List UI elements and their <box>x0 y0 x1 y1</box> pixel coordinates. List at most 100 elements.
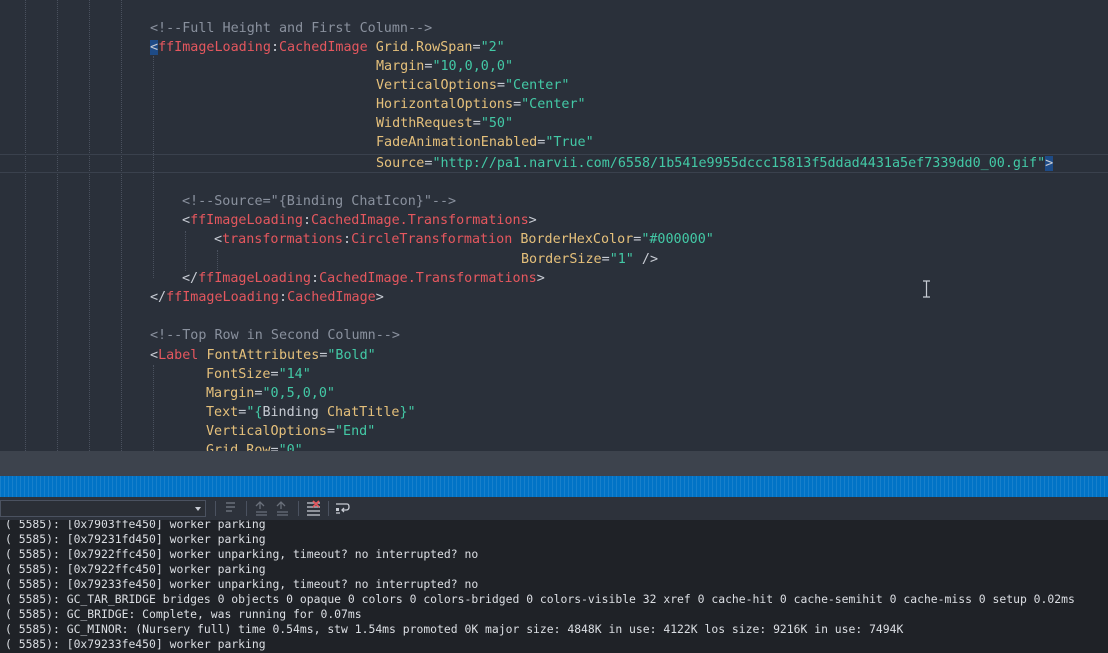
code-token: : <box>270 40 279 55</box>
code-line: <ffImageLoading:CachedImage Grid.RowSpan… <box>150 38 505 57</box>
code-line: <ffImageLoading:CachedImage.Transformati… <box>182 211 537 230</box>
code-token: "14" <box>278 367 311 382</box>
code-line: WidthRequest="50" <box>376 114 513 133</box>
code-line: <transformations:CircleTransformation Bo… <box>214 230 714 249</box>
output-line: ( 5585): GC_TAR_BRIDGE bridges 0 objects… <box>5 592 1075 606</box>
code-line: Grid.Row="0" <box>206 441 303 451</box>
code-token: </ <box>182 271 199 286</box>
toolbar-separator <box>246 501 247 516</box>
code-token: transformations <box>222 232 343 247</box>
code-token: Source <box>376 156 425 171</box>
code-token: "End" <box>335 424 376 439</box>
previous-message-icon[interactable] <box>253 500 270 517</box>
code-token: Margin <box>376 59 425 74</box>
code-token: <!--Source="{Binding ChatIcon}"--> <box>182 194 457 209</box>
code-token: > <box>536 271 545 286</box>
toolbar-separator <box>298 501 299 516</box>
code-line: Margin="10,0,0,0" <box>376 57 513 76</box>
code-token: = <box>472 40 481 55</box>
code-token: ChatTitle <box>326 405 400 420</box>
code-token: < <box>150 40 159 55</box>
code-line: <!--Full Height and First Column--> <box>150 19 432 38</box>
code-token: ffImageLoading <box>198 271 311 286</box>
code-line: <!--Source="{Binding ChatIcon}"--> <box>182 192 456 211</box>
code-token: "0,5,0,0" <box>262 386 335 401</box>
code-token: VerticalOptions <box>206 424 327 439</box>
code-token: : <box>311 271 320 286</box>
code-line: Margin="0,5,0,0" <box>206 384 335 403</box>
code-token: > <box>375 290 384 305</box>
code-token: "Bold" <box>327 348 376 363</box>
code-token: HorizontalOptions <box>376 97 514 112</box>
code-token: "Center" <box>521 97 586 112</box>
code-token: <!--Full Height and First Column--> <box>150 21 433 36</box>
code-line: </ffImageLoading:CachedImage.Transformat… <box>182 269 545 288</box>
code-token: "0" <box>278 443 303 451</box>
code-line: FontSize="14" <box>206 365 311 384</box>
code-token: = <box>472 116 481 131</box>
code-line: BorderSize="1" /> <box>521 250 658 269</box>
code-token: "True" <box>545 135 594 150</box>
code-token: "10,0,0,0" <box>432 59 514 74</box>
output-line: ( 5585): [0x79233fe450] worker unparking… <box>5 577 479 591</box>
code-token: ffImageLoading <box>190 213 303 228</box>
code-token: : <box>343 232 352 247</box>
code-token: "http://pa1.narvii.com/6558/1b541e9955dc… <box>432 156 1046 171</box>
code-token: "Center" <box>505 78 570 93</box>
toolbar-separator <box>328 501 329 516</box>
code-token: WidthRequest <box>376 116 473 131</box>
code-editor[interactable]: <!--Full Height and First Column--> <ffIm… <box>0 0 1108 451</box>
code-token: CachedImage.Transformations <box>311 213 529 228</box>
code-token: = <box>601 252 610 267</box>
output-line: ( 5585): [0x7903ffe450] worker parking <box>5 520 266 531</box>
indent-guide <box>121 0 122 451</box>
code-token: CircleTransformation <box>351 232 513 247</box>
code-token: <!--Top Row in Second Column--> <box>150 328 400 343</box>
code-token: Grid.RowSpan <box>375 40 473 55</box>
code-line: Source="http://pa1.narvii.com/6558/1b541… <box>376 154 1054 173</box>
indent-guide <box>217 250 218 270</box>
code-token: CachedImage <box>287 290 376 305</box>
code-line: FadeAnimationEnabled="True" <box>376 133 594 152</box>
text-cursor-icon <box>923 280 930 298</box>
code-token: ffImageLoading <box>166 290 279 305</box>
code-line: </ffImageLoading:CachedImage> <box>150 288 384 307</box>
indent-guide <box>153 365 154 451</box>
output-line: ( 5585): [0x79231fd450] worker parking <box>5 532 266 546</box>
find-message-icon[interactable] <box>222 500 239 517</box>
code-token: FontAttributes <box>206 348 320 363</box>
code-token: VerticalOptions <box>376 78 497 93</box>
code-token: = <box>496 78 505 93</box>
code-token: "2" <box>480 40 505 55</box>
code-token: > <box>528 213 537 228</box>
code-token: Grid.Row <box>206 443 271 451</box>
code-token: BorderSize <box>521 252 602 267</box>
code-token: "50" <box>480 116 514 131</box>
code-token: FadeAnimationEnabled <box>376 135 538 150</box>
horizontal-scrollbar[interactable] <box>0 451 1108 476</box>
output-line: ( 5585): GC_MINOR: (Nursery full) time 0… <box>5 622 904 636</box>
output-line: ( 5585): [0x79233fe450] worker parking <box>5 637 266 651</box>
word-wrap-icon[interactable] <box>334 500 351 517</box>
toolbar-separator <box>215 501 216 516</box>
code-token: = <box>270 367 279 382</box>
code-token: < <box>214 232 223 247</box>
indent-guide <box>185 231 186 271</box>
code-token: : <box>279 290 288 305</box>
clear-all-icon[interactable] <box>305 500 322 517</box>
code-token: "1" <box>609 252 634 267</box>
code-token: Text <box>206 405 239 420</box>
code-token: < <box>182 213 191 228</box>
output-pane[interactable]: ( 5585): [0x7903ffe450] worker parking( … <box>0 520 1108 653</box>
code-token: Binding <box>262 405 319 420</box>
output-source-dropdown[interactable] <box>0 500 206 517</box>
code-token: = <box>326 424 335 439</box>
code-token: ffImageLoading <box>158 40 271 55</box>
output-toolbar <box>0 497 1108 520</box>
code-token: = <box>513 97 522 112</box>
code-line: HorizontalOptions="Center" <box>376 95 586 114</box>
next-message-icon[interactable] <box>274 500 291 517</box>
code-token: CachedImage.Transformations <box>319 271 537 286</box>
